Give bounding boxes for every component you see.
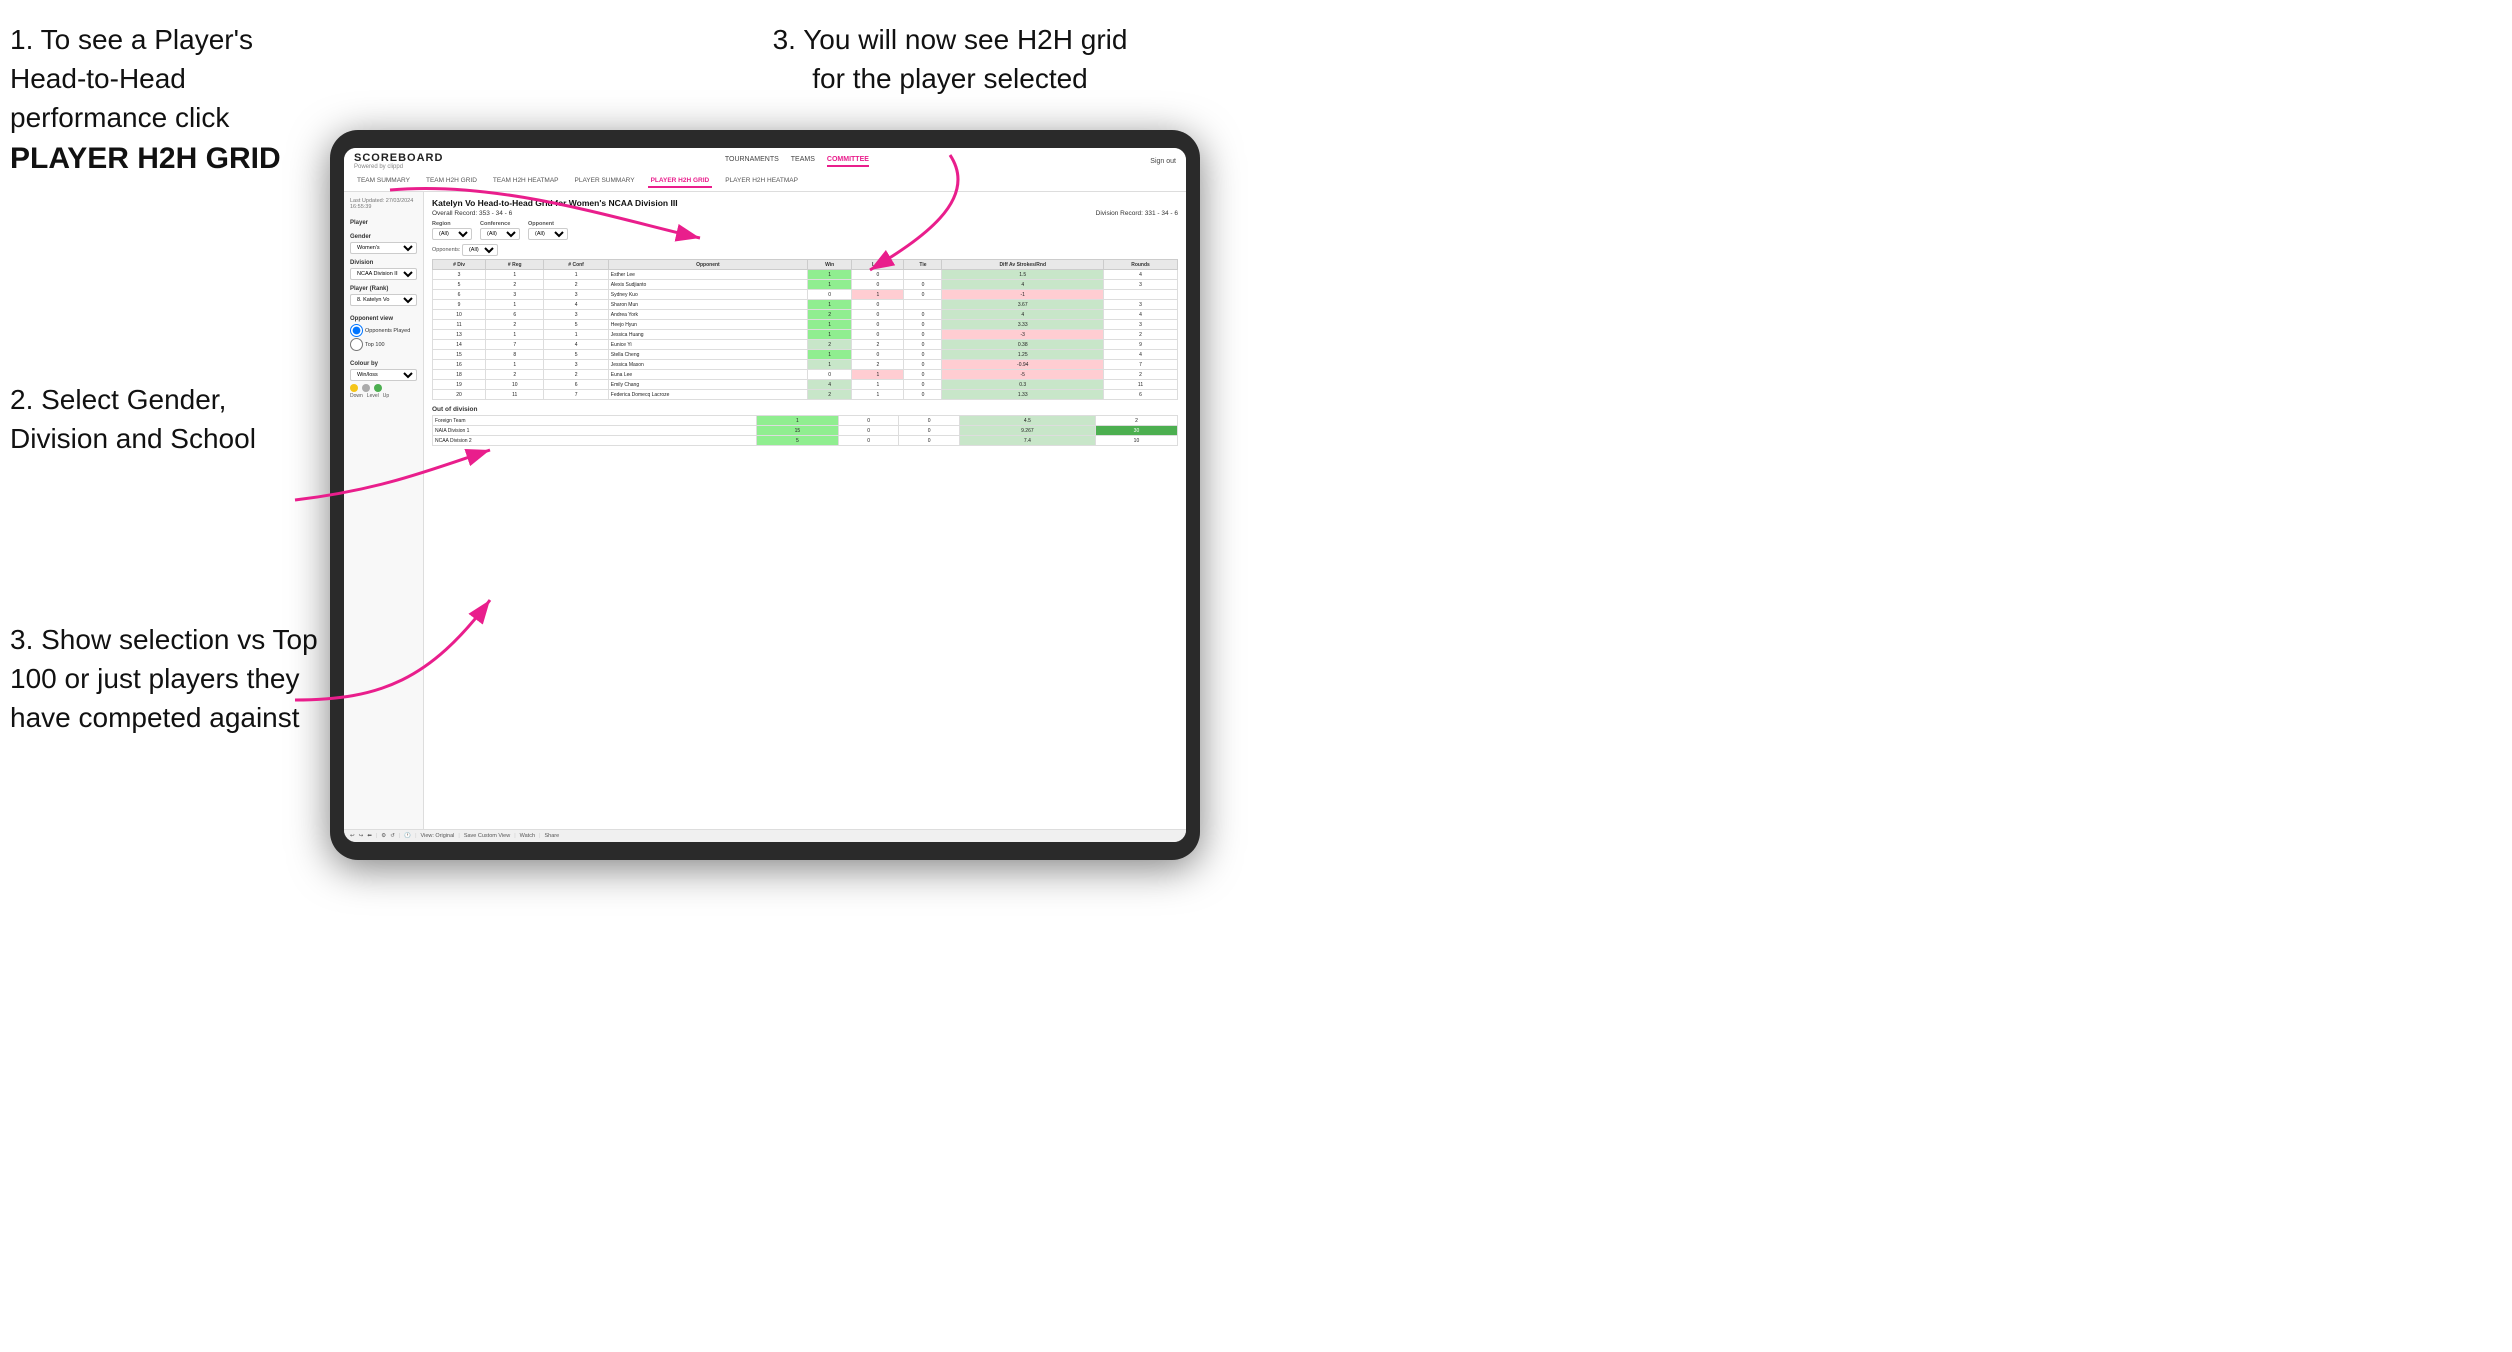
th-win: Win — [808, 260, 852, 270]
th-loss: Loss — [852, 260, 904, 270]
table-row: 16 1 3 Jessica Mason 1 2 0 -0.94 7 — [433, 360, 1178, 370]
toolbar-undo[interactable]: ↩ — [350, 833, 355, 839]
h2h-title: Katelyn Vo Head-to-Head Grid for Women's… — [432, 198, 1178, 208]
region-filter[interactable]: (All) — [432, 228, 472, 240]
nav-teams[interactable]: TEAMS — [791, 156, 815, 167]
nav-bar: SCOREBOARD Powered by clippd TOURNAMENTS… — [344, 148, 1186, 192]
instruction-step3-bottom: 3. Show selection vs Top 100 or just pla… — [10, 620, 320, 738]
table-row: 10 6 3 Andrea York 2 0 0 4 4 — [433, 310, 1178, 320]
ood-table: Foreign Team 1 0 0 4.5 2 NAIA Division 1… — [432, 415, 1178, 446]
opponent-filter[interactable]: (All) — [528, 228, 568, 240]
table-row: 19 10 6 Emily Chang 4 1 0 0.3 11 — [433, 380, 1178, 390]
table-row: 5 2 2 Alexis Sudjianto 1 0 0 4 3 — [433, 280, 1178, 290]
sidebar-opponent-section: Opponent view Opponents Played Top 100 — [350, 316, 417, 351]
toolbar-clock[interactable]: 🕐 — [404, 833, 411, 839]
table-row: 6 3 3 Sydney Kuo 0 1 0 -1 — [433, 290, 1178, 300]
opponent-radio-group: Opponents Played Top 100 — [350, 324, 417, 351]
th-div: # Div — [433, 260, 486, 270]
th-reg: # Reg — [486, 260, 544, 270]
toolbar-redo[interactable]: ↪ — [359, 833, 364, 839]
radio-opponents-played[interactable]: Opponents Played — [350, 324, 417, 337]
filter-row: Region (All) Conference (All) Opponent (… — [432, 221, 1178, 240]
tab-team-summary[interactable]: TEAM SUMMARY — [354, 175, 413, 188]
tab-team-h2h-grid[interactable]: TEAM H2H GRID — [423, 175, 480, 188]
instruction-step1: 1. To see a Player's Head-to-Head perfor… — [10, 20, 330, 180]
th-opponent: Opponent — [608, 260, 807, 270]
toolbar-settings[interactable]: ⚙ — [381, 833, 386, 839]
nav-links: TOURNAMENTS TEAMS COMMITTEE — [725, 156, 869, 167]
ood-table-row: NCAA Division 2 5 0 0 7.4 10 — [433, 436, 1178, 446]
toolbar-refresh[interactable]: ↺ — [390, 833, 395, 839]
sidebar: Last Updated: 27/03/2024 16:55:39 Player… — [344, 192, 424, 829]
toolbar-back[interactable]: ⬅ — [367, 833, 372, 839]
radio-top-100[interactable]: Top 100 — [350, 338, 417, 351]
sidebar-player-rank-section: Player (Rank) 8. Katelyn Vo — [350, 286, 417, 306]
gender-select[interactable]: Women's — [350, 242, 417, 254]
logo: SCOREBOARD Powered by clippd — [354, 152, 443, 170]
main-content: Last Updated: 27/03/2024 16:55:39 Player… — [344, 192, 1186, 829]
tab-team-h2h-heatmap[interactable]: TEAM H2H HEATMAP — [490, 175, 562, 188]
data-area: Katelyn Vo Head-to-Head Grid for Women's… — [424, 192, 1186, 829]
sidebar-division-section: Division NCAA Division III — [350, 260, 417, 280]
table-row: 9 1 4 Sharon Mun 1 0 3.67 3 — [433, 300, 1178, 310]
toolbar: ↩ ↪ ⬅ | ⚙ ↺ | 🕐 | View: Original | Save … — [344, 829, 1186, 842]
nav-sub: TEAM SUMMARY TEAM H2H GRID TEAM H2H HEAT… — [354, 172, 1176, 191]
table-row: 20 11 7 Federica Domecq Lacroze 2 1 0 1.… — [433, 390, 1178, 400]
tablet: SCOREBOARD Powered by clippd TOURNAMENTS… — [330, 130, 1200, 860]
tab-player-h2h-heatmap[interactable]: PLAYER H2H HEATMAP — [722, 175, 801, 188]
save-custom-view-button[interactable]: Save Custom View — [464, 833, 510, 839]
table-row: 11 2 5 Heejo Hyun 1 0 0 3.33 3 — [433, 320, 1178, 330]
th-conf: # Conf — [544, 260, 608, 270]
table-row: 18 2 2 Euna Lee 0 1 0 -5 2 — [433, 370, 1178, 380]
player-rank-select[interactable]: 8. Katelyn Vo — [350, 294, 417, 306]
sidebar-gender-section: Gender Women's — [350, 234, 417, 254]
dot-up — [374, 384, 382, 392]
table-row: 3 1 1 Esther Lee 1 0 1.5 4 — [433, 270, 1178, 280]
ood-table-row: Foreign Team 1 0 0 4.5 2 — [433, 416, 1178, 426]
division-select[interactable]: NCAA Division III — [350, 268, 417, 280]
h2h-table: # Div # Reg # Conf Opponent Win Loss Tie… — [432, 259, 1178, 400]
th-diff: Diff Av Strokes/Rnd — [942, 260, 1104, 270]
view-original-button[interactable]: View: Original — [421, 833, 455, 839]
colour-by-select[interactable]: Win/loss — [350, 369, 417, 381]
sign-out-link[interactable]: Sign out — [1150, 158, 1176, 165]
watch-button[interactable]: Watch — [520, 833, 535, 839]
table-row: 13 1 1 Jessica Huang 1 0 0 -3 2 — [433, 330, 1178, 340]
out-of-division-label: Out of division — [432, 406, 1178, 413]
sidebar-colour-by-section: Colour by Win/loss Down Level Up — [350, 361, 417, 399]
th-tie: Tie — [904, 260, 942, 270]
nav-committee[interactable]: COMMITTEE — [827, 156, 869, 167]
tablet-screen: SCOREBOARD Powered by clippd TOURNAMENTS… — [344, 148, 1186, 842]
sidebar-player-section: Player — [350, 220, 417, 228]
opponents-select[interactable]: (All) — [462, 244, 498, 256]
th-rounds: Rounds — [1104, 260, 1178, 270]
table-row: 15 8 5 Stella Cheng 1 0 0 1.25 4 — [433, 350, 1178, 360]
table-row: 14 7 4 Eunice Yi 2 2 0 0.38 9 — [433, 340, 1178, 350]
dot-level — [362, 384, 370, 392]
instruction-step2: 2. Select Gender, Division and School — [10, 380, 310, 458]
conference-filter[interactable]: (All) — [480, 228, 520, 240]
share-button[interactable]: Share — [544, 833, 559, 839]
dot-down — [350, 384, 358, 392]
tab-player-h2h-grid[interactable]: PLAYER H2H GRID — [648, 175, 713, 188]
nav-tournaments[interactable]: TOURNAMENTS — [725, 156, 779, 167]
tab-player-summary[interactable]: PLAYER SUMMARY — [572, 175, 638, 188]
instruction-step3-top: 3. You will now see H2H grid for the pla… — [760, 20, 1140, 98]
timestamp: Last Updated: 27/03/2024 16:55:39 — [350, 198, 417, 210]
ood-table-row: NAIA Division 1 15 0 0 9.267 30 — [433, 426, 1178, 436]
h2h-records: Overall Record: 353 - 34 - 6 Division Re… — [432, 210, 1178, 217]
